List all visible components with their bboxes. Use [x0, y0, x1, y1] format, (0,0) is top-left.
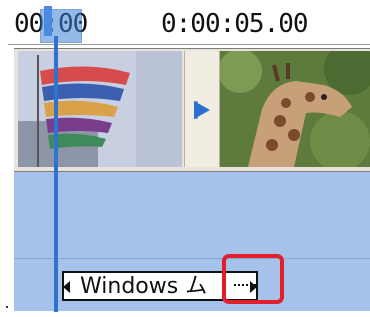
trim-handle-left-icon[interactable]	[63, 281, 70, 293]
giraffe-thumbnail	[220, 51, 370, 167]
time-ruler[interactable]: 00:00 0:00:05.00	[8, 6, 370, 45]
koinobori-thumbnail	[18, 51, 182, 167]
video-clip-koinobori[interactable]	[18, 51, 182, 167]
marker-dot	[6, 306, 8, 308]
overlay-track[interactable]	[14, 172, 370, 258]
playhead-line[interactable]	[54, 36, 58, 312]
video-track[interactable]	[14, 48, 370, 172]
timeline-panel: 00:00 0:00:05.00	[0, 0, 370, 317]
title-clip-label: Windows ム	[80, 274, 208, 299]
playhead-stem[interactable]	[44, 6, 52, 36]
trim-handle-highlight	[222, 254, 284, 304]
transition-arrow-icon[interactable]	[194, 101, 210, 119]
ruler-time-mid: 0:00:05.00	[161, 9, 309, 39]
video-clip-giraffe[interactable]	[220, 51, 370, 167]
title-overlay-track[interactable]: Windows ム	[14, 258, 370, 311]
